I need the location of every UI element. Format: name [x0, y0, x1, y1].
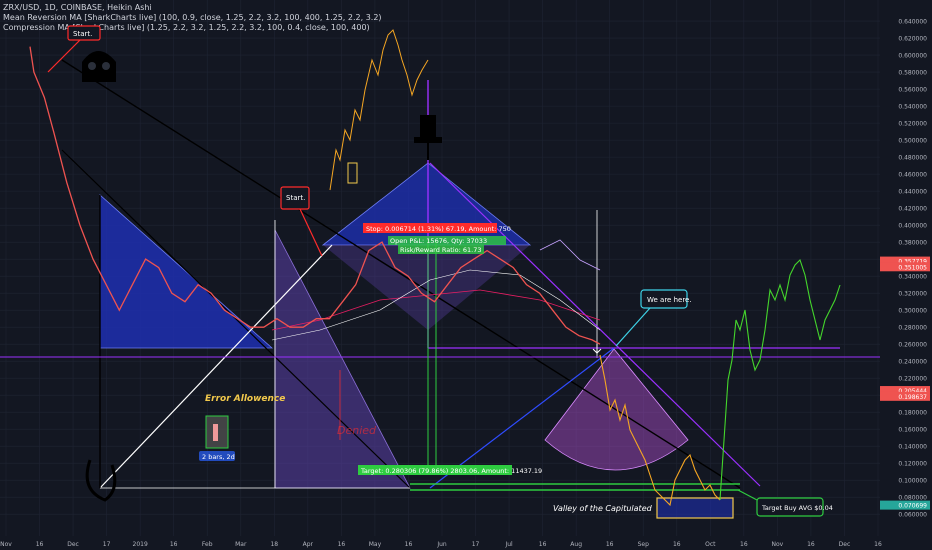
price-badge-label: 0.351005 [898, 264, 927, 271]
symbol-line: ZRX/USD, 1D, COINBASE, Heikin Ashi [3, 3, 152, 12]
y-tick-label: 0.280000 [898, 325, 927, 332]
x-tick-label: 16 [539, 541, 547, 548]
y-tick-label: 0.140000 [898, 444, 927, 451]
start-label-mid: Start. [286, 194, 305, 202]
bars-label: 2 bars, 2d [202, 453, 235, 461]
x-tick-label: 16 [170, 541, 178, 548]
start-label-top: Start. [73, 30, 92, 38]
y-tick-label: 0.400000 [898, 223, 927, 230]
risk-reward-text: Risk/Reward Ratio: 61.73 [400, 246, 482, 254]
x-tick-label: Sep [638, 541, 650, 548]
y-tick-label: 0.220000 [898, 376, 927, 383]
x-tick-label: 16 [36, 541, 44, 548]
y-tick-label: 0.260000 [898, 342, 927, 349]
y-tick-label: 0.500000 [898, 138, 927, 145]
x-tick-label: Oct [705, 541, 716, 548]
y-tick-label: 0.320000 [898, 291, 927, 298]
x-tick-label: 16 [673, 541, 681, 548]
y-tick-label: 0.240000 [898, 359, 927, 366]
x-tick-label: 16 [405, 541, 413, 548]
y-tick-label: 0.300000 [898, 308, 927, 315]
y-tick-label: 0.120000 [898, 461, 927, 468]
x-tick-label: Feb [202, 541, 213, 548]
y-tick-label: 0.380000 [898, 240, 927, 247]
x-tick-label: Dec [839, 541, 851, 548]
x-tick-label: Aug [570, 541, 582, 548]
valley-label: Valley of the Capitulated [553, 504, 653, 513]
y-tick-label: 0.160000 [898, 427, 927, 434]
x-tick-label: Jul [504, 541, 513, 548]
y-tick-label: 0.520000 [898, 121, 927, 128]
indicator-2: Compression MA [SharkCharts live] (1.25,… [3, 23, 370, 32]
price-badge-label: 0.070699 [898, 503, 927, 510]
valley-box [656, 497, 734, 519]
denied-label: Denied [337, 424, 377, 437]
y-tick-label: 0.640000 [898, 19, 927, 26]
y-tick-label: 0.580000 [898, 70, 927, 77]
x-tick-label: 16 [874, 541, 882, 548]
y-tick-label: 0.420000 [898, 206, 927, 213]
y-tick-label: 0.600000 [898, 53, 927, 60]
y-tick-label: 0.340000 [898, 274, 927, 281]
chart-root: 0.640000 0.620000 0.600000 0.580000 0.560000… [0, 0, 932, 550]
x-tick-label: Apr [303, 541, 314, 548]
price-chart[interactable]: 0.640000 0.620000 0.600000 0.580000 0.560000… [0, 0, 932, 550]
x-tick-label: 18 [270, 541, 278, 548]
y-tick-label: 0.460000 [898, 172, 927, 179]
we-are-here-label: We are here. [647, 296, 692, 304]
stop-bar-text: Stop: 0.006714 (1.31%) 67.19, Amount: 75… [366, 225, 511, 233]
x-tick-label: 16 [338, 541, 346, 548]
x-tick-label: 16 [807, 541, 815, 548]
target-bar-text: Target: 0.280306 (79.86%) 2803.06, Amoun… [360, 467, 542, 475]
x-tick-label: 16 [606, 541, 614, 548]
y-tick-label: 0.180000 [898, 410, 927, 417]
open-bar-text: Open P&L: 15676, Qty: 37033 [390, 237, 487, 245]
y-tick-label: 0.620000 [898, 36, 927, 43]
y-tick-label: 0.100000 [898, 478, 927, 485]
y-tick-label: 0.440000 [898, 189, 927, 196]
x-tick-label: 2019 [133, 541, 148, 548]
x-tick-label: 17 [472, 541, 480, 548]
x-tick-label: 17 [103, 541, 111, 548]
indicator-1: Mean Reversion MA [SharkCharts live] (10… [3, 13, 382, 22]
x-tick-label: Nov [772, 541, 784, 548]
price-badge-label: 0.198637 [898, 394, 927, 401]
error-allowance-label: Error Allowence [205, 394, 285, 404]
y-tick-label: 0.060000 [898, 512, 927, 519]
y-tick-label: 0.560000 [898, 87, 927, 94]
x-tick-label: May [369, 541, 382, 548]
y-tick-label: 0.480000 [898, 155, 927, 162]
target-buy-label: Target Buy AVG $0.04 [761, 504, 833, 512]
y-tick-label: 0.540000 [898, 104, 927, 111]
x-tick-label: Jun [436, 541, 447, 548]
x-tick-label: Dec [67, 541, 79, 548]
bars-candle [213, 424, 218, 441]
x-tick-label: 16 [740, 541, 748, 548]
x-tick-label: Mar [235, 541, 247, 548]
x-tick-label: Nov [0, 541, 12, 548]
